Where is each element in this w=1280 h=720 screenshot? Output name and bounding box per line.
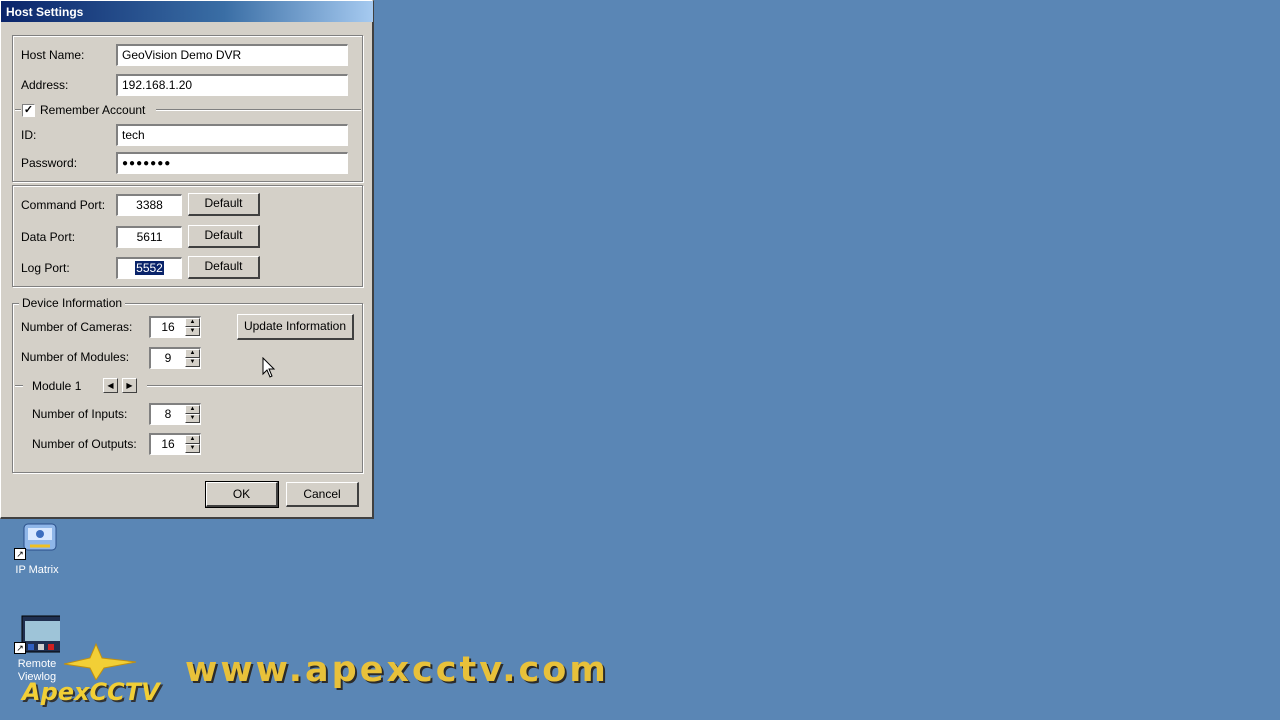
modules-label: Number of Modules: [21,350,130,364]
cameras-value: 16 [161,320,175,334]
desktop-icon-label: IP Matrix [15,564,59,576]
data-port-default-button[interactable]: Default [188,225,260,248]
spin-down-icon[interactable]: ▼ [185,358,200,367]
modules-spinner[interactable]: 9 ▲ ▼ [149,347,201,369]
log-port-default-button[interactable]: Default [188,256,260,279]
spin-down-icon[interactable]: ▼ [185,444,200,453]
outputs-label: Number of Outputs: [32,437,137,451]
watermark-logo: ApexCCTV [22,678,160,706]
outputs-value: 16 [161,437,175,451]
remember-account-label[interactable]: Remember Account [40,103,145,117]
host-settings-dialog: Host Settings Host Name: GeoVision Demo … [0,0,374,519]
module-prev-icon[interactable]: ◀ [103,378,118,393]
password-label: Password: [21,156,78,170]
modules-value: 9 [164,351,172,365]
logo-star-icon [63,642,137,680]
remember-account-checkbox[interactable]: ✓ [22,104,35,117]
spin-down-icon[interactable]: ▼ [185,327,200,336]
password-input[interactable]: ●●●●●●● [116,152,348,174]
command-port-default-button[interactable]: Default [188,193,260,216]
inputs-label: Number of Inputs: [32,407,128,421]
cameras-spinner[interactable]: 16 ▲ ▼ [149,316,201,338]
cancel-button[interactable]: Cancel [286,482,359,507]
dialog-titlebar[interactable]: Host Settings [1,1,373,22]
host-name-label: Host Name: [21,48,85,62]
shortcut-arrow-icon: ↗ [14,642,26,654]
host-name-input[interactable]: GeoVision Demo DVR [116,44,348,66]
desktop-icon-remote-viewlog[interactable]: ↗ Remote Viewlog [6,614,71,684]
id-label: ID: [21,128,37,142]
log-port-input[interactable]: 5552 [116,257,182,279]
update-information-button[interactable]: Update Information [237,314,354,340]
module-next-icon[interactable]: ▶ [122,378,137,393]
address-input[interactable]: 192.168.1.20 [116,74,348,96]
command-port-input[interactable]: 3388 [116,194,182,216]
shortcut-arrow-icon: ↗ [14,548,26,560]
id-input[interactable]: tech [116,124,348,146]
outputs-spinner[interactable]: 16 ▲ ▼ [149,433,201,455]
spin-down-icon[interactable]: ▼ [185,414,200,423]
watermark-url: www.apexcctv.com [185,650,609,690]
inputs-spinner[interactable]: 8 ▲ ▼ [149,403,201,425]
command-port-label: Command Port: [21,198,106,212]
spin-up-icon[interactable]: ▲ [185,349,200,358]
log-port-label: Log Port: [21,261,70,275]
spin-up-icon[interactable]: ▲ [185,435,200,444]
dialog-title: Host Settings [6,5,84,19]
data-port-input[interactable]: 5611 [116,226,182,248]
inputs-value: 8 [164,407,172,421]
remote-viewlog-icon: ↗ [14,614,71,654]
desktop-icon-ip-matrix[interactable]: ↗ IP Matrix [6,520,68,576]
address-label: Address: [21,78,69,92]
log-port-selected-text: 5552 [135,261,164,275]
ok-button[interactable]: OK [205,481,279,508]
spin-up-icon[interactable]: ▲ [185,405,200,414]
device-information-legend: Device Information [19,296,126,310]
module-label: Module 1 [32,379,82,393]
cameras-label: Number of Cameras: [21,320,133,334]
mouse-cursor-icon [262,357,276,378]
spin-up-icon[interactable]: ▲ [185,318,200,327]
data-port-label: Data Port: [21,230,76,244]
ip-matrix-icon: ↗ [14,520,60,560]
